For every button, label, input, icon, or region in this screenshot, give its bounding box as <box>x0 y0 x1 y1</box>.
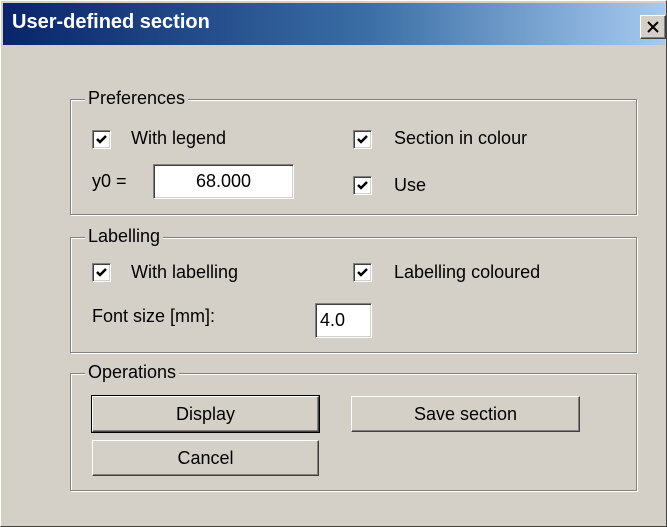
dialog-window: User-defined section Preferences With le… <box>0 0 667 527</box>
title-bar[interactable]: User-defined section <box>3 3 666 45</box>
section-in-colour-label: Section in colour <box>394 128 528 148</box>
close-icon <box>647 21 659 33</box>
section-in-colour-checkbox[interactable] <box>353 130 372 149</box>
use-label: Use <box>394 175 427 195</box>
with-labelling-checkbox[interactable] <box>92 263 111 282</box>
with-legend-label: With legend <box>131 128 227 148</box>
labelling-group: Labelling With labelling Labelling colou… <box>70 226 637 353</box>
close-button[interactable] <box>640 15 666 39</box>
window-title: User-defined section <box>12 11 210 33</box>
preferences-group: Preferences With legend Section in colou… <box>70 88 637 215</box>
operations-legend: Operations <box>85 362 180 383</box>
save-section-button[interactable]: Save section <box>351 396 580 432</box>
with-legend-checkbox[interactable] <box>92 130 111 149</box>
checkmark-icon <box>96 268 107 277</box>
preferences-legend: Preferences <box>85 88 189 109</box>
checkmark-icon <box>357 268 368 277</box>
checkmark-icon <box>96 135 107 144</box>
operations-group: Operations Display Save section Cancel <box>70 362 637 491</box>
y0-label: y0 = <box>92 171 127 191</box>
labelling-coloured-checkbox[interactable] <box>353 263 372 282</box>
cancel-button[interactable]: Cancel <box>92 440 319 476</box>
font-size-label: Font size [mm]: <box>92 306 216 326</box>
checkmark-icon <box>357 181 368 190</box>
use-checkbox[interactable] <box>353 176 372 195</box>
checkmark-icon <box>357 135 368 144</box>
labelling-legend: Labelling <box>85 226 164 247</box>
display-button[interactable]: Display <box>91 395 320 433</box>
labelling-coloured-label: Labelling coloured <box>394 262 541 282</box>
with-labelling-label: With labelling <box>131 262 239 282</box>
font-size-input[interactable] <box>315 303 372 338</box>
y0-input[interactable] <box>153 164 294 199</box>
